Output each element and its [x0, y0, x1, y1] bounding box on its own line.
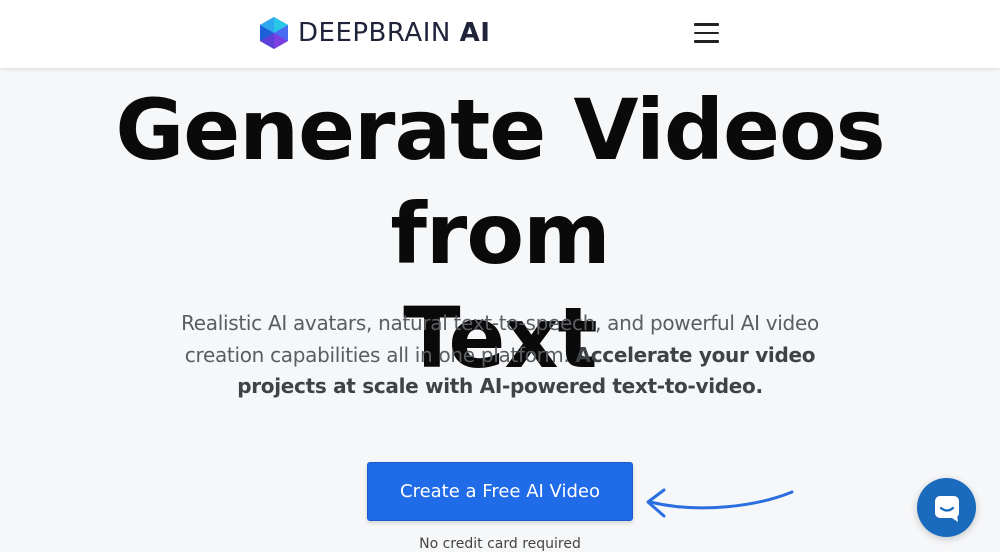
curved-arrow-icon — [646, 488, 794, 518]
hero-title-line1: Generate Videos from — [115, 81, 885, 283]
logo-text: DEEPBRAIN AI — [298, 18, 490, 48]
menu-bar-top — [693, 23, 719, 26]
menu-bar-middle — [693, 31, 719, 35]
deepbrain-logo[interactable]: DEEPBRAIN AI — [258, 14, 490, 52]
hamburger-menu-icon[interactable] — [690, 18, 722, 48]
logo-brand: DEEPBRAIN — [298, 18, 451, 48]
chat-bubble-icon — [934, 495, 959, 522]
deepbrain-logo-icon — [260, 17, 288, 49]
menu-bar-bottom — [693, 40, 719, 43]
hero-subtitle: Realistic AI avatars, natural text-to-sp… — [160, 308, 840, 403]
logo-suffix: AI — [459, 18, 491, 48]
site-header: DEEPBRAIN AI — [0, 0, 1000, 68]
chat-launcher-button[interactable] — [917, 478, 976, 537]
create-free-ai-video-button[interactable]: Create a Free AI Video — [367, 462, 633, 521]
